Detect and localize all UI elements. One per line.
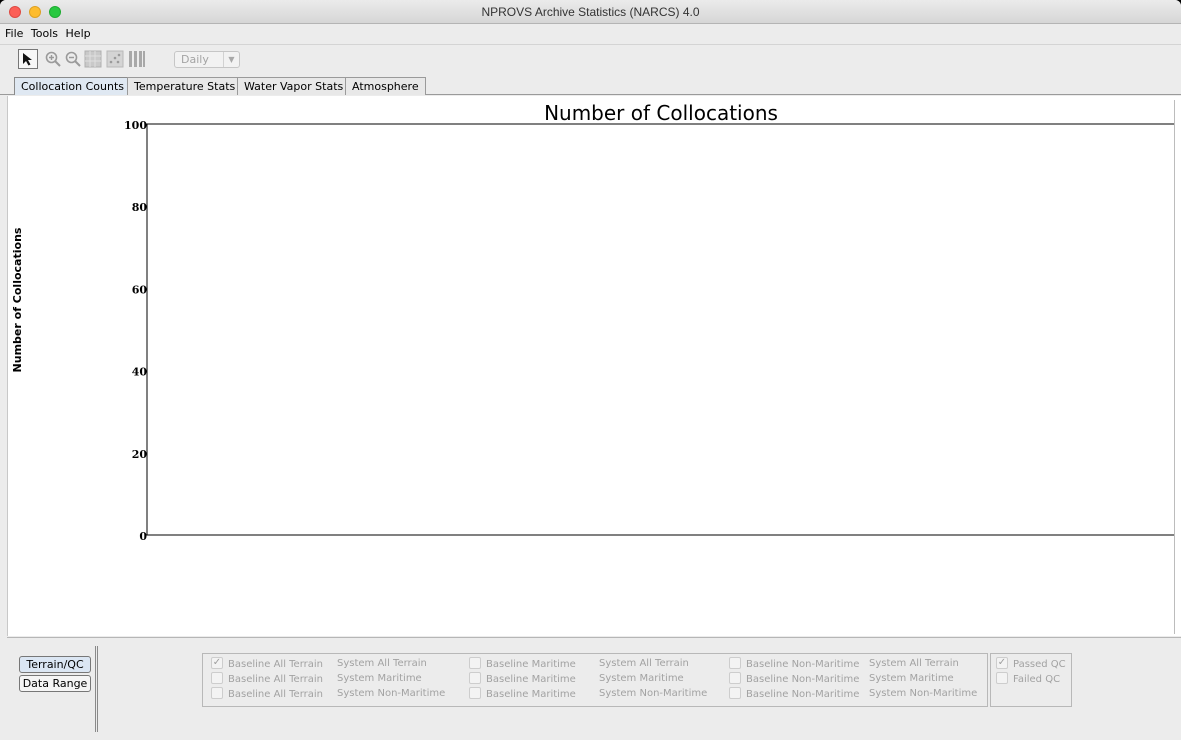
window-title: NPROVS Archive Statistics (NARCS) 4.0 <box>481 5 700 19</box>
baseline-label: Baseline Non-Maritime <box>746 659 860 670</box>
qc-checkbox[interactable]: Failed QC <box>996 672 1061 687</box>
menu-file[interactable]: File <box>0 25 23 40</box>
bars-icon[interactable] <box>128 50 146 68</box>
checkbox-icon[interactable] <box>211 672 223 684</box>
y-tick-label: 60 <box>132 283 148 296</box>
y-ticks: 0 20 40 60 80 100 <box>124 119 147 543</box>
plot-frame <box>146 123 1181 536</box>
terrain-filter-group: ✓ Baseline All Terrain System All Terrain B… <box>202 653 988 707</box>
checkbox-icon[interactable] <box>469 657 481 669</box>
y-tick-label: 80 <box>132 201 148 214</box>
arrow-select-icon[interactable] <box>18 49 38 69</box>
system-label: System Maritime <box>337 673 422 684</box>
control-panel: Terrain/QC Data Range ✓ Baseline All Terr… <box>7 637 1181 737</box>
y-tick-label: 0 <box>139 530 147 543</box>
system-label: System Maritime <box>869 673 954 684</box>
zoom-in-icon[interactable] <box>44 50 62 68</box>
checkbox-icon[interactable] <box>996 672 1008 684</box>
menu-help[interactable]: Help <box>62 25 91 40</box>
checkbox-checked-icon[interactable]: ✓ <box>211 657 223 669</box>
zoom-out-icon[interactable] <box>64 50 82 68</box>
terrain-checkbox[interactable]: Baseline All Terrain System Maritime <box>211 672 422 687</box>
checkbox-icon[interactable] <box>729 687 741 699</box>
tab-collocation-counts[interactable]: Collocation Counts <box>14 77 132 95</box>
qc-label: Passed QC <box>1013 659 1066 670</box>
system-label: System All Terrain <box>869 658 959 669</box>
checkbox-checked-icon[interactable]: ✓ <box>996 657 1008 669</box>
checkbox-icon[interactable] <box>469 687 481 699</box>
system-label: System Non-Maritime <box>869 688 978 699</box>
terrain-checkbox[interactable]: Baseline Maritime System Non-Maritime <box>469 687 707 702</box>
baseline-label: Baseline Non-Maritime <box>746 689 860 700</box>
terrain-checkbox[interactable]: ✓ Baseline All Terrain System All Terrain <box>211 657 427 672</box>
collocations-chart: Number of Collocations Number of Colloca… <box>11 101 1181 543</box>
baseline-label: Baseline Maritime <box>486 689 576 700</box>
baseline-label: Baseline Maritime <box>486 659 576 670</box>
menu-tools[interactable]: Tools <box>27 25 58 40</box>
baseline-label: Baseline Maritime <box>486 674 576 685</box>
checkbox-icon[interactable] <box>729 672 741 684</box>
app-window: NPROVS Archive Statistics (NARCS) 4.0 Fi… <box>0 0 1181 740</box>
terrain-checkbox[interactable]: Baseline Non-Maritime System Maritime <box>729 672 954 687</box>
baseline-label: Baseline All Terrain <box>228 689 324 700</box>
side-tab-data-range[interactable]: Data Range <box>19 675 91 692</box>
baseline-label: Baseline All Terrain <box>228 674 324 685</box>
tab-bar: Collocation Counts Temperature Stats Wat… <box>0 74 1181 95</box>
y-tick-label: 40 <box>132 366 148 379</box>
checkbox-icon[interactable] <box>211 687 223 699</box>
divider <box>95 646 98 732</box>
terrain-checkbox[interactable]: Baseline Maritime System All Terrain <box>469 657 689 672</box>
legend-strip <box>1174 100 1181 634</box>
period-dropdown[interactable]: Daily ▼ <box>174 51 240 68</box>
terrain-checkbox[interactable]: Baseline All Terrain System Non-Maritime <box>211 687 445 702</box>
period-dropdown-value: Daily <box>181 53 209 66</box>
terrain-checkbox[interactable]: Baseline Maritime System Maritime <box>469 672 684 687</box>
checkbox-icon[interactable] <box>729 657 741 669</box>
toolbar: Daily ▼ <box>0 44 1181 72</box>
chevron-down-icon: ▼ <box>223 52 239 67</box>
grid-icon[interactable] <box>84 50 102 68</box>
chart-title: Number of Collocations <box>544 101 778 125</box>
tab-water-vapor-stats[interactable]: Water Vapor Stats <box>237 77 351 95</box>
menu-bar: File Tools Help <box>0 25 1181 43</box>
checkbox-icon[interactable] <box>469 672 481 684</box>
terrain-checkbox[interactable]: Baseline Non-Maritime System All Terrain <box>729 657 959 672</box>
side-tab-terrain-qc[interactable]: Terrain/QC <box>19 656 91 673</box>
baseline-label: Baseline All Terrain <box>228 659 324 670</box>
side-tab-group: Terrain/QC Data Range <box>19 656 97 694</box>
system-label: System Non-Maritime <box>599 688 708 699</box>
y-axis-label: Number of Collocations <box>11 227 24 372</box>
y-tick-label: 20 <box>132 448 148 461</box>
tab-atmosphere[interactable]: Atmosphere <box>345 77 426 95</box>
system-label: System All Terrain <box>599 658 689 669</box>
chart-panel: Number of Collocations Number of Colloca… <box>7 96 1181 636</box>
title-bar: NPROVS Archive Statistics (NARCS) 4.0 <box>0 0 1181 24</box>
scatter-icon[interactable] <box>106 50 124 68</box>
y-tick-label: 100 <box>124 119 147 132</box>
terrain-checkbox[interactable]: Baseline Non-Maritime System Non-Maritime <box>729 687 977 702</box>
qc-label: Failed QC <box>1013 674 1061 685</box>
system-label: System All Terrain <box>337 658 427 669</box>
system-label: System Maritime <box>599 673 684 684</box>
system-label: System Non-Maritime <box>337 688 446 699</box>
qc-filter-group: ✓ Passed QC Failed QC <box>990 653 1072 707</box>
qc-checkbox[interactable]: ✓ Passed QC <box>996 657 1066 672</box>
tab-temperature-stats[interactable]: Temperature Stats <box>127 77 243 95</box>
baseline-label: Baseline Non-Maritime <box>746 674 860 685</box>
